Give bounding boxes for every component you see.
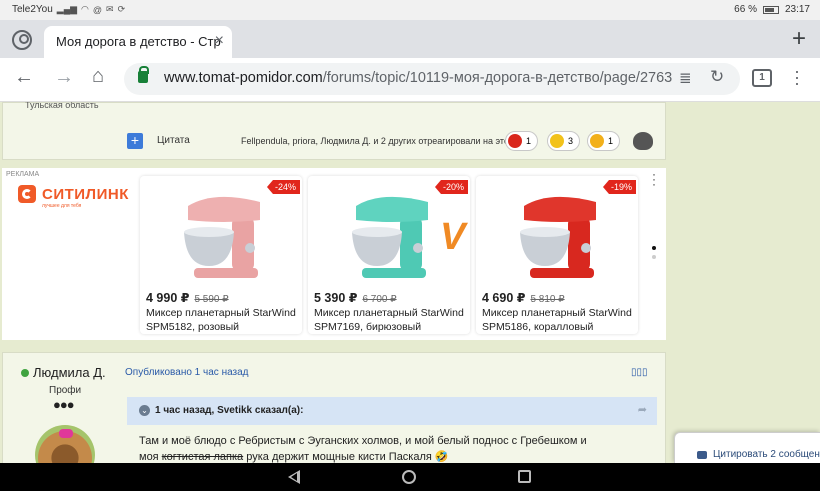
multiquote-add-button[interactable]: +	[127, 133, 143, 149]
clock: 23:17	[784, 4, 810, 15]
product-card[interactable]: -24% 4 990 ₽5 590 ₽ Миксер планетарный S…	[140, 176, 302, 334]
laugh-icon	[550, 134, 564, 148]
nav-home-icon[interactable]	[402, 470, 416, 484]
product-price: 5 390 ₽6 700 ₽	[314, 291, 397, 305]
previous-post-footer: Тульская область + Цитата Fellpendula, p…	[2, 102, 666, 160]
signal-icon: ▂▄▆	[56, 4, 78, 14]
brand-tagline: лучшее для тебя	[42, 203, 82, 209]
carousel-indicator[interactable]	[652, 246, 656, 264]
product-name[interactable]: Миксер планетарный StarWind SPM5186, кор…	[482, 306, 636, 334]
profile-icon[interactable]	[12, 30, 32, 50]
web-page: Тульская область + Цитата Fellpendula, p…	[0, 102, 820, 463]
lock-icon	[138, 66, 149, 83]
reactions-summary[interactable]: Fellpendula, priora, Людмила Д. и 2 друг…	[241, 136, 509, 146]
mixer-image	[520, 196, 596, 278]
checkmark-annotation: V	[440, 216, 466, 258]
reaction-picker-icon[interactable]	[633, 132, 653, 150]
back-icon[interactable]: ←	[14, 66, 34, 89]
citilink-icon	[18, 185, 36, 203]
quote-button[interactable]: Цитата	[157, 135, 190, 146]
post-body: Там и моё блюдо с Ребристым с Эуганских …	[139, 435, 587, 463]
new-tab-icon[interactable]: +	[792, 25, 806, 53]
multiquote-label[interactable]: Цитировать 2 сообщени	[713, 449, 820, 460]
post-options-icon[interactable]: ▯▯▯	[631, 367, 648, 378]
quote-bubble-icon	[697, 451, 707, 459]
thumbs-up-icon	[590, 134, 604, 148]
avatar-bow-icon	[59, 429, 73, 438]
browser-toolbar: ← → ⌂ www.tomat-pomidor.com/forums/topic…	[0, 58, 820, 102]
brand-name: СИТИЛИНК	[42, 185, 129, 203]
old-price: 5 810 ₽	[530, 294, 565, 305]
battery-percent: 66 %	[734, 4, 757, 15]
status-bar: Tele2You ▂▄▆ ◠ @ ✉ ⟳ 66 % 23:17	[0, 0, 820, 20]
mixer-image	[352, 196, 428, 278]
collapse-icon[interactable]: ⌄	[139, 405, 150, 416]
email-icon: ✉	[106, 4, 114, 14]
author-role: Профи	[49, 385, 82, 396]
close-tab-icon[interactable]: ×	[215, 32, 224, 50]
at-icon: @	[92, 4, 103, 15]
carrier-label: Tele2You	[12, 4, 53, 15]
reaction-thumbs-up[interactable]: 1	[587, 131, 621, 151]
multiquote-popup[interactable]: Цитировать 2 сообщени	[674, 432, 820, 463]
home-icon[interactable]: ⌂	[92, 65, 104, 88]
citilink-logo[interactable]: СИТИЛИНК	[18, 185, 129, 203]
product-card[interactable]: -19% 4 690 ₽5 810 ₽ Миксер планетарный S…	[476, 176, 638, 334]
post-author[interactable]: Людмила Д.	[33, 365, 106, 380]
url-text[interactable]: www.tomat-pomidor.com/forums/topic/10119…	[164, 70, 672, 86]
address-bar[interactable]: www.tomat-pomidor.com/forums/topic/10119…	[124, 63, 740, 95]
product-price: 4 990 ₽5 590 ₽	[146, 291, 229, 305]
product-name[interactable]: Миксер планетарный StarWind SPM5182, роз…	[146, 306, 300, 334]
author-region: Тульская область	[25, 102, 99, 110]
battery-icon	[762, 5, 779, 14]
nav-recents-icon[interactable]	[518, 470, 531, 483]
browser-tab[interactable]: Моя дорога в детство - Стр ×	[44, 26, 232, 58]
ad-options-icon[interactable]: · · ·	[652, 168, 656, 190]
apple-icon	[508, 134, 522, 148]
ad-banner[interactable]: РЕКЛАМА СИТИЛИНК лучшее для тебя -24% 4 …	[2, 168, 666, 340]
online-status-icon	[21, 369, 29, 377]
product-price: 4 690 ₽5 810 ₽	[482, 291, 565, 305]
tab-switcher-button[interactable]: 1	[752, 69, 772, 87]
quote-block: ⌄ 1 час назад, Svetikk сказал(а): ➦	[127, 397, 657, 425]
ad-label: РЕКЛАМА	[6, 171, 40, 178]
quote-header[interactable]: 1 час назад, Svetikk сказал(а):	[155, 405, 303, 416]
post-timestamp[interactable]: Опубликовано 1 час назад	[125, 367, 249, 378]
mixer-image	[184, 196, 260, 278]
wifi-icon: ◠	[81, 4, 89, 14]
reader-mode-icon[interactable]: ≣	[679, 69, 692, 87]
sync-icon: ⟳	[117, 4, 126, 14]
old-price: 6 700 ₽	[362, 294, 397, 305]
system-nav-bar	[0, 463, 820, 491]
reaction-laugh[interactable]: 3	[547, 131, 581, 151]
reaction-apple[interactable]: 1	[505, 131, 539, 151]
reload-icon[interactable]: ↻	[710, 67, 724, 87]
forward-icon[interactable]: →	[54, 66, 74, 89]
tab-title: Моя дорога в детство - Стр	[56, 34, 221, 49]
forum-post: Людмила Д. Профи ●●● Опубликовано 1 час …	[2, 352, 666, 463]
tab-strip: Моя дорога в детство - Стр × +	[0, 20, 820, 58]
nav-back-icon[interactable]	[288, 470, 300, 484]
quote-link-icon[interactable]: ➦	[638, 403, 647, 416]
rank-pips-icon: ●●●	[53, 397, 75, 412]
more-menu-icon[interactable]: · · ·	[794, 62, 800, 92]
product-name[interactable]: Миксер планетарный StarWind SPM7169, бир…	[314, 306, 468, 334]
old-price: 5 590 ₽	[194, 294, 229, 305]
